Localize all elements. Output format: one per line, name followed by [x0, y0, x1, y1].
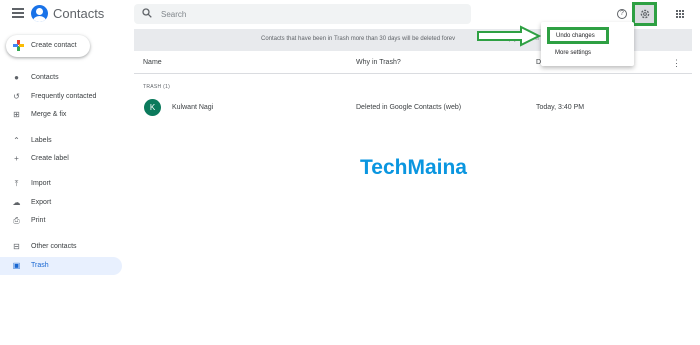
search-bar[interactable]: [134, 4, 471, 24]
undo-changes-menu-item[interactable]: Undo changes: [547, 27, 609, 44]
sidebar-item-label: Labels: [31, 137, 52, 144]
sidebar-item-label: Frequently contacted: [31, 93, 97, 100]
person-icon: ●: [14, 73, 19, 82]
search-input[interactable]: [161, 6, 451, 22]
print-icon: ⎙: [13, 216, 20, 225]
sidebar-item-trash[interactable]: ▣ Trash: [0, 257, 122, 275]
merge-icon: ⊞: [13, 110, 20, 119]
sidebar-item-label: Merge & fix: [31, 111, 67, 118]
settings-menu: Undo changes More settings: [541, 22, 634, 66]
arrow-annotation-icon: [477, 25, 541, 47]
trash-date: Today, 3:40 PM: [536, 104, 585, 111]
sidebar-item-export[interactable]: ☁ Export: [0, 194, 122, 212]
sidebar-item-label: Create label: [31, 155, 69, 162]
apps-icon[interactable]: [676, 10, 684, 18]
sidebar-item-import[interactable]: ⤒ Import: [0, 175, 122, 193]
chevron-up-icon: ⌃: [13, 136, 20, 145]
banner-message: Contacts that have been in Trash more th…: [261, 36, 456, 42]
app-title[interactable]: Contacts: [53, 6, 104, 21]
column-header-name[interactable]: Name: [143, 59, 162, 66]
trash-reason: Deleted in Google Contacts (web): [356, 104, 462, 111]
settings-icon: [640, 9, 650, 19]
sidebar-item-labels[interactable]: ⌃ Labels: [0, 132, 122, 150]
menu-icon[interactable]: [12, 8, 24, 18]
section-label: TRASH (1): [143, 84, 171, 90]
sidebar-item-label: Trash: [31, 262, 49, 269]
avatar: K: [144, 99, 161, 116]
sidebar-item-other-contacts[interactable]: ⊟ Other contacts: [0, 238, 122, 256]
sidebar-item-print[interactable]: ⎙ Print: [0, 212, 122, 230]
settings-button[interactable]: [632, 2, 657, 26]
plus-icon: [13, 40, 24, 51]
sidebar-item-label: Other contacts: [31, 243, 77, 250]
sidebar-item-contacts[interactable]: ● Contacts: [0, 69, 122, 87]
upload-icon: ⤒: [14, 179, 19, 188]
create-contact-button[interactable]: Create contact: [6, 35, 90, 57]
sidebar-item-label: Contacts: [31, 74, 59, 81]
create-contact-label: Create contact: [31, 42, 77, 49]
sidebar-item-label: Export: [31, 199, 52, 206]
sidebar-item-label: Print: [31, 217, 46, 224]
contact-name: Kulwant Nagi: [172, 104, 214, 111]
undo-changes-label: Undo changes: [556, 33, 595, 39]
more-vert-icon[interactable]: ⋮: [672, 58, 681, 69]
help-icon[interactable]: ?: [617, 9, 627, 19]
sidebar-item-label: Import: [31, 180, 51, 187]
sidebar-item-frequently-contacted[interactable]: ↺ Frequently contacted: [0, 88, 122, 106]
plus-icon: +: [14, 154, 19, 163]
history-icon: ↺: [13, 92, 20, 101]
sidebar-item-merge-fix[interactable]: ⊞ Merge & fix: [0, 106, 122, 124]
search-icon[interactable]: [142, 8, 152, 18]
inbox-icon: ⊟: [13, 242, 20, 251]
column-header-why: Why in Trash?: [356, 59, 401, 66]
table-row[interactable]: K Kulwant Nagi Deleted in Google Contact…: [134, 97, 692, 119]
divider: [134, 73, 692, 74]
trash-icon: ▣: [12, 261, 21, 270]
cloud-icon: ☁: [12, 198, 21, 207]
watermark: TechMaina: [360, 156, 467, 179]
more-settings-menu-item[interactable]: More settings: [555, 50, 591, 56]
sidebar-item-create-label[interactable]: + Create label: [0, 150, 122, 168]
contacts-logo-icon[interactable]: [31, 5, 48, 22]
